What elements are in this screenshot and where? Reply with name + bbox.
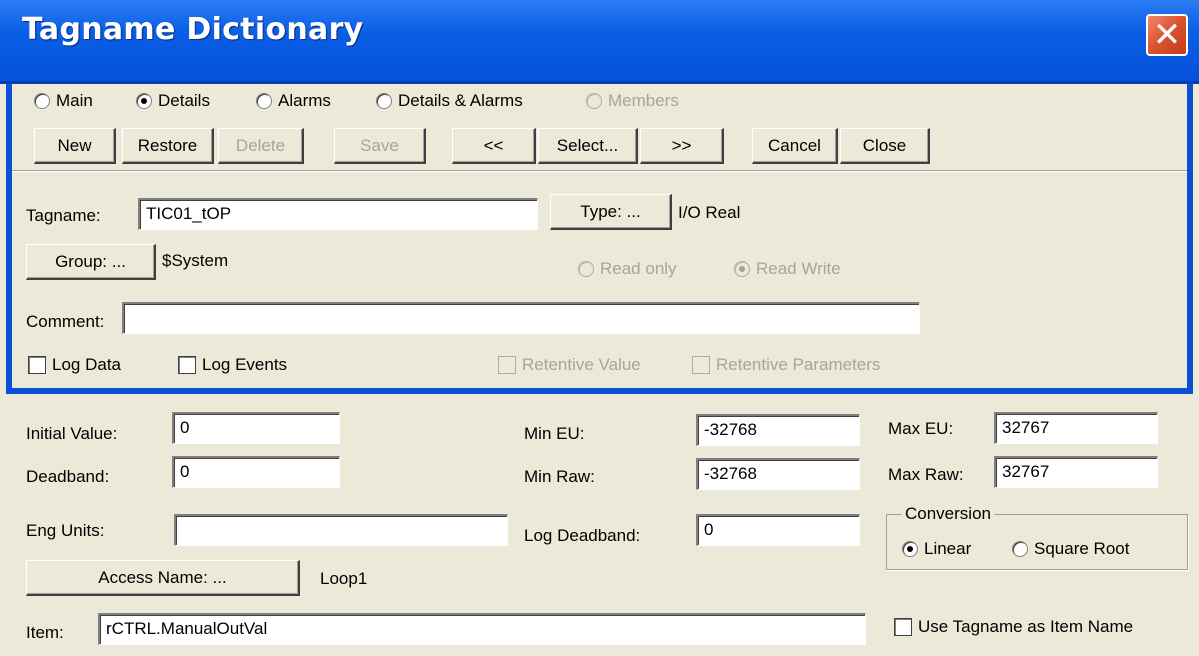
type-button[interactable]: Type: ... — [550, 194, 672, 230]
log-data-label: Log Data — [52, 354, 121, 374]
radio-main[interactable] — [34, 92, 50, 109]
eng-units-input[interactable] — [174, 514, 508, 546]
radio-members-label: Members — [608, 90, 679, 110]
item-label: Item: — [26, 623, 64, 642]
min-raw-input[interactable]: -32768 — [696, 458, 860, 490]
radio-details-label: Details — [158, 90, 210, 110]
cancel-button[interactable]: Cancel — [752, 128, 838, 164]
conversion-title: Conversion — [902, 504, 994, 524]
read-write-option: Read Write — [734, 258, 841, 282]
radio-details-alarms[interactable] — [376, 92, 392, 109]
deadband-input[interactable]: 0 — [172, 456, 340, 488]
max-eu-label: Max EU: — [888, 419, 954, 438]
radio-details[interactable] — [136, 92, 152, 109]
eng-units-label: Eng Units: — [26, 521, 105, 540]
close-button[interactable]: Close — [840, 128, 930, 164]
read-only-option: Read only — [578, 258, 677, 282]
log-events-label: Log Events — [202, 354, 288, 374]
max-eu-input[interactable]: 32767 — [994, 412, 1158, 444]
square-root-option[interactable]: Square Root — [1012, 538, 1129, 562]
retentive-value-checkbox — [498, 355, 516, 374]
linear-option[interactable]: Linear — [902, 538, 971, 562]
use-tagname-option[interactable]: Use Tagname as Item Name — [894, 616, 1133, 640]
log-data-option[interactable]: Log Data — [28, 354, 121, 378]
use-tagname-label: Use Tagname as Item Name — [918, 616, 1134, 636]
log-deadband-label: Log Deadband: — [524, 526, 641, 545]
access-name-button[interactable]: Access Name: ... — [26, 560, 300, 596]
previous-button[interactable]: << — [452, 128, 536, 164]
retentive-parameters-label: Retentive Parameters — [716, 354, 881, 374]
radio-alarms-label: Alarms — [278, 90, 331, 110]
next-button[interactable]: >> — [640, 128, 724, 164]
read-write-label: Read Write — [756, 258, 841, 278]
radio-details-alarms-label: Details & Alarms — [398, 90, 523, 110]
save-button: Save — [334, 128, 426, 164]
radio-main-label: Main — [56, 90, 93, 110]
title-bar: Tagname Dictionary ✕ — [0, 0, 1199, 84]
type-value: I/O Real — [678, 203, 741, 222]
retentive-parameters-option: Retentive Parameters — [692, 354, 880, 378]
log-events-option[interactable]: Log Events — [178, 354, 287, 378]
group-value: $System — [162, 251, 229, 270]
view-radio-main[interactable]: Main — [34, 90, 93, 114]
access-name-value: Loop1 — [320, 569, 368, 588]
use-tagname-checkbox[interactable] — [894, 617, 912, 636]
radio-alarms[interactable] — [256, 92, 272, 109]
view-radio-members: Members — [586, 90, 679, 114]
log-events-checkbox[interactable] — [178, 355, 196, 374]
select-button[interactable]: Select... — [538, 128, 638, 164]
log-deadband-input[interactable]: 0 — [696, 514, 860, 546]
delete-button: Delete — [218, 128, 304, 164]
radio-linear[interactable] — [902, 540, 918, 557]
min-eu-input[interactable]: -32768 — [696, 414, 860, 446]
radio-read-only — [578, 260, 594, 277]
max-raw-input[interactable]: 32767 — [994, 456, 1158, 488]
view-radio-alarms[interactable]: Alarms — [256, 90, 331, 114]
retentive-value-label: Retentive Value — [522, 354, 641, 374]
comment-input[interactable] — [122, 302, 920, 334]
item-input[interactable]: rCTRL.ManualOutVal — [98, 613, 866, 645]
view-radio-details[interactable]: Details — [136, 90, 210, 114]
radio-square-root[interactable] — [1012, 540, 1028, 557]
view-radio-details-alarms[interactable]: Details & Alarms — [376, 90, 523, 114]
min-eu-label: Min EU: — [524, 424, 585, 443]
square-root-label: Square Root — [1034, 538, 1130, 558]
initial-value-input[interactable]: 0 — [172, 412, 340, 444]
close-window-button[interactable]: ✕ — [1146, 14, 1188, 56]
retentive-parameters-checkbox — [692, 355, 710, 374]
group-button[interactable]: Group: ... — [26, 244, 156, 280]
radio-read-write — [734, 260, 750, 277]
tagname-input[interactable]: TIC01_tOP — [138, 198, 538, 230]
comment-label: Comment: — [26, 312, 105, 331]
window-title: Tagname Dictionary — [22, 12, 364, 47]
toolbar-separator — [12, 170, 1187, 172]
linear-label: Linear — [924, 538, 972, 558]
new-button[interactable]: New — [34, 128, 116, 164]
log-data-checkbox[interactable] — [28, 355, 46, 374]
initial-value-label: Initial Value: — [26, 424, 118, 443]
min-raw-label: Min Raw: — [524, 467, 595, 486]
deadband-label: Deadband: — [26, 467, 110, 486]
radio-members — [586, 92, 602, 109]
retentive-value-option: Retentive Value — [498, 354, 641, 378]
read-only-label: Read only — [600, 258, 677, 278]
tagname-label: Tagname: — [26, 206, 101, 225]
restore-button[interactable]: Restore — [122, 128, 214, 164]
close-icon: ✕ — [1152, 15, 1182, 55]
max-raw-label: Max Raw: — [888, 465, 964, 484]
